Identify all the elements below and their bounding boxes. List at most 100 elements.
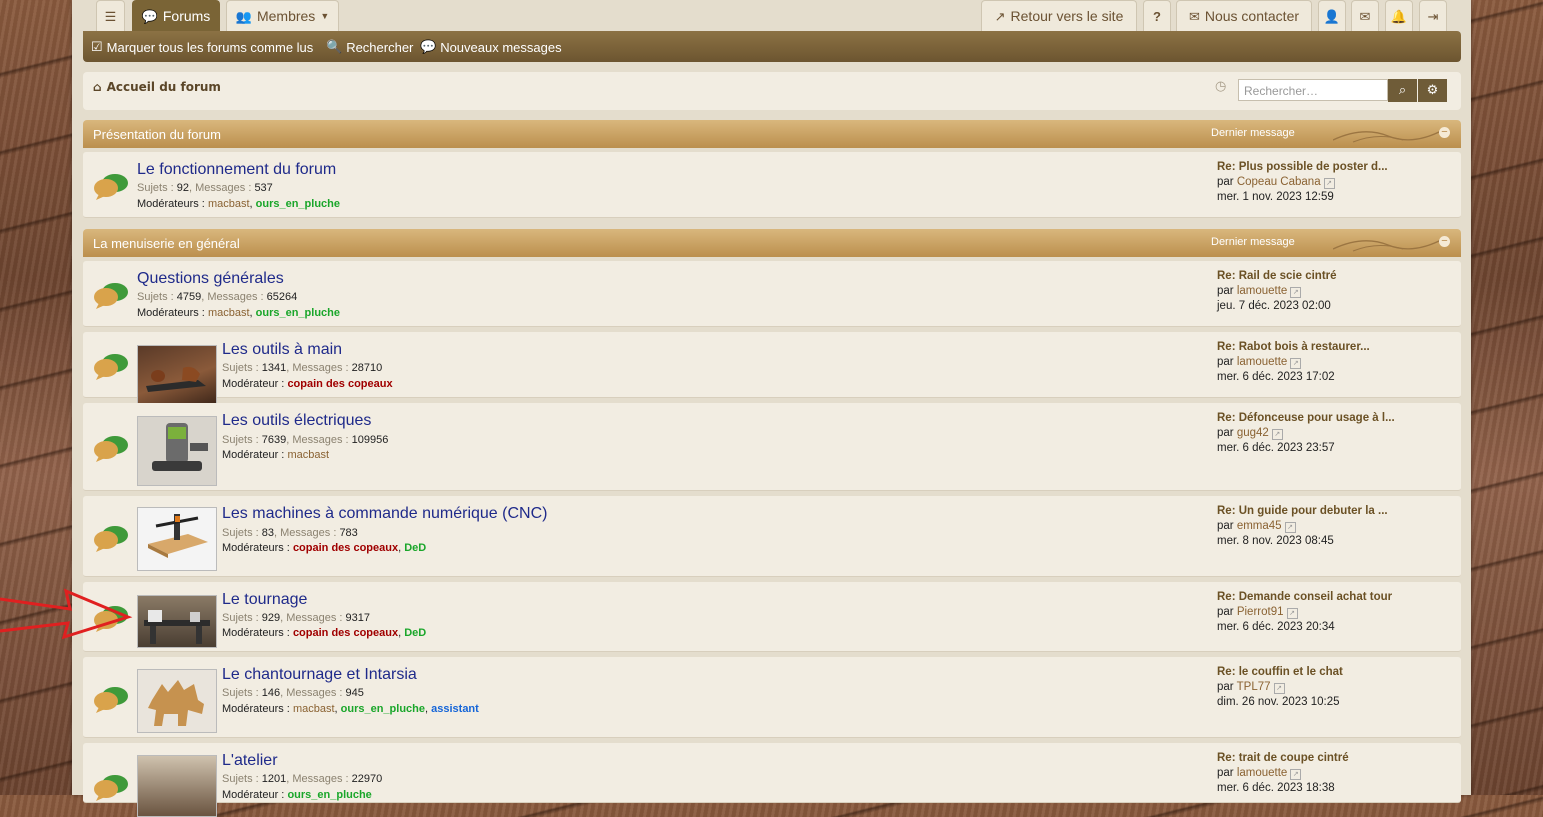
comments-icon: 💬	[420, 39, 437, 54]
collapse-icon[interactable]: −	[1439, 236, 1450, 247]
search-input[interactable]: Rechercher…	[1238, 79, 1388, 101]
notifications-button[interactable]: 🔔	[1385, 0, 1413, 31]
menu-button[interactable]: ☰	[96, 0, 125, 31]
goto-post-icon[interactable]: ↗	[1323, 178, 1335, 189]
swirl-ornament	[1333, 238, 1443, 252]
top-nav: ☰ 💬 Forums 👥 Membres ▼ ↗ Retour vers le …	[83, 0, 1461, 31]
forum-row: L'atelier Sujets : 1201, Messages : 2297…	[83, 743, 1461, 817]
search-button[interactable]: ⌕	[1388, 79, 1417, 102]
forum-moderators: Modérateur : macbast	[222, 449, 330, 461]
goto-post-icon[interactable]: ↗	[1290, 358, 1302, 369]
forum-title[interactable]: L'atelier	[222, 752, 278, 770]
forum-title[interactable]: Les outils électriques	[222, 412, 371, 430]
envelope-icon: ✉	[1188, 8, 1200, 24]
forum-moderators: Modérateurs : macbast, ours_en_pluche, a…	[222, 703, 479, 715]
forum-image[interactable]	[137, 345, 217, 407]
forum-moderators: Modérateur : copain des copeaux	[222, 378, 393, 390]
search-link[interactable]: 🔍 Rechercher	[326, 39, 413, 55]
hamburger-icon: ☰	[104, 8, 117, 24]
red-arrow-annotation	[0, 588, 133, 640]
sub-nav: ☑ Marquer tous les forums comme lus 🔍 Re…	[83, 31, 1461, 62]
last-post: Re: trait de coupe cintré par lamouette ↗…	[1217, 752, 1349, 794]
forum-row: Le chantournage et Intarsia Sujets : 146…	[83, 657, 1461, 738]
forum-stats: Sujets : 1341, Messages : 28710	[222, 362, 383, 374]
forum-bubbles-icon	[94, 436, 128, 462]
forum-row: Questions générales Sujets : 4759, Messa…	[83, 261, 1461, 327]
advanced-search-button[interactable]: ⚙	[1418, 79, 1447, 102]
forum-bubbles-icon	[94, 775, 128, 801]
forum-title[interactable]: Le tournage	[222, 591, 307, 609]
forum-moderators: Modérateurs : macbast, ours_en_pluche	[137, 198, 340, 210]
back-to-site-button[interactable]: ↗ Retour vers le site	[981, 0, 1137, 31]
forums-tab[interactable]: 💬 Forums	[132, 0, 220, 31]
logout-icon: ⇥	[1427, 8, 1439, 24]
goto-post-icon[interactable]: ↗	[1290, 769, 1302, 780]
checkbox-icon: ☑	[91, 39, 103, 54]
last-post: Re: Rail de scie cintré par lamouette ↗ j…	[1217, 270, 1337, 312]
help-button[interactable]: ?	[1143, 0, 1171, 31]
mark-read-link[interactable]: ☑ Marquer tous les forums comme lus	[91, 39, 313, 55]
members-tab[interactable]: 👥 Membres ▼	[226, 0, 339, 31]
search-icon: ⌕	[1398, 83, 1407, 98]
chevron-down-icon: ▼	[320, 10, 330, 21]
gear-icon: ⚙	[1426, 83, 1439, 98]
forum-stats: Sujets : 1201, Messages : 22970	[222, 773, 383, 785]
swirl-ornament	[1333, 129, 1443, 143]
forum-image[interactable]	[137, 416, 217, 486]
forum-row: Les outils électriques Sujets : 7639, Me…	[83, 403, 1461, 491]
forum-stats: Sujets : 92, Messages : 537	[137, 182, 273, 194]
contact-button[interactable]: ✉ Nous contacter	[1176, 0, 1312, 31]
forum-title[interactable]: Les machines à commande numérique (CNC)	[222, 505, 547, 523]
forum-stats: Sujets : 929, Messages : 9317	[222, 612, 371, 624]
forum-bubbles-icon	[94, 283, 128, 309]
forum-title[interactable]: Les outils à main	[222, 341, 342, 359]
goto-post-icon[interactable]: ↗	[1271, 429, 1283, 440]
external-link-icon: ↗	[994, 8, 1006, 24]
forum-image[interactable]	[137, 755, 217, 817]
forum-bubbles-icon	[94, 687, 128, 713]
forum-row: Le tournage Sujets : 929, Messages : 931…	[83, 582, 1461, 652]
forum-moderators: Modérateur : ours_en_pluche	[222, 789, 372, 801]
last-post: Re: Demande conseil achat tour par Pierr…	[1217, 591, 1393, 633]
home-icon: ⌂	[93, 80, 102, 94]
forum-bubbles-icon	[94, 354, 128, 380]
goto-post-icon[interactable]: ↗	[1286, 608, 1298, 619]
goto-post-icon[interactable]: ↗	[1284, 522, 1296, 533]
forum-title[interactable]: Le fonctionnement du forum	[137, 161, 336, 179]
inbox-button[interactable]: ✉	[1351, 0, 1379, 31]
forum-bubbles-icon	[94, 174, 128, 200]
breadcrumb[interactable]: ⌂ Accueil du forum	[93, 80, 221, 94]
users-icon: 👥	[235, 8, 252, 24]
search-icon: 🔍	[326, 39, 343, 54]
forum-row: Les outils à main Sujets : 1341, Message…	[83, 332, 1461, 407]
goto-post-icon[interactable]: ↗	[1273, 683, 1285, 694]
new-posts-link[interactable]: 💬 Nouveaux messages	[420, 39, 562, 55]
forum-image[interactable]	[137, 669, 217, 733]
forum-stats: Sujets : 146, Messages : 945	[222, 687, 364, 699]
last-post: Re: Un guide pour debuter la ... par emm…	[1217, 505, 1388, 547]
forum-row: Les machines à commande numérique (CNC) …	[83, 496, 1461, 577]
collapse-icon[interactable]: −	[1439, 127, 1450, 138]
forum-title[interactable]: Questions générales	[137, 270, 284, 288]
last-post: Re: le couffin et le chat par TPL77 ↗ dim…	[1217, 666, 1343, 708]
forum-title[interactable]: Le chantournage et Intarsia	[222, 666, 417, 684]
forum-image[interactable]	[137, 595, 217, 648]
forum-moderators: Modérateurs : copain des copeaux, DeD	[222, 542, 427, 554]
forum-stats: Sujets : 4759, Messages : 65264	[137, 291, 298, 303]
category-header: Présentation du forum Dernier message −	[83, 120, 1461, 148]
speech-bubble-icon: 💬	[141, 8, 158, 24]
inbox-icon: ✉	[1359, 8, 1371, 24]
bell-icon: 🔔	[1390, 8, 1408, 24]
breadcrumb-bar: ⌂ Accueil du forum ◷ Rechercher… ⌕ ⚙	[83, 72, 1461, 110]
logout-button[interactable]: ⇥	[1419, 0, 1447, 31]
forum-stats: Sujets : 83, Messages : 783	[222, 527, 358, 539]
forum-image[interactable]	[137, 507, 217, 571]
forum-row: Le fonctionnement du forum Sujets : 92, …	[83, 152, 1461, 218]
user-icon: 👤	[1323, 8, 1341, 24]
forum-stats: Sujets : 7639, Messages : 109956	[222, 434, 389, 446]
forum-moderators: Modérateurs : copain des copeaux, DeD	[222, 627, 427, 639]
clock-icon[interactable]: ◷	[1215, 79, 1226, 94]
user-button[interactable]: 👤	[1318, 0, 1346, 31]
goto-post-icon[interactable]: ↗	[1290, 287, 1302, 298]
forum-bubbles-icon	[94, 526, 128, 552]
